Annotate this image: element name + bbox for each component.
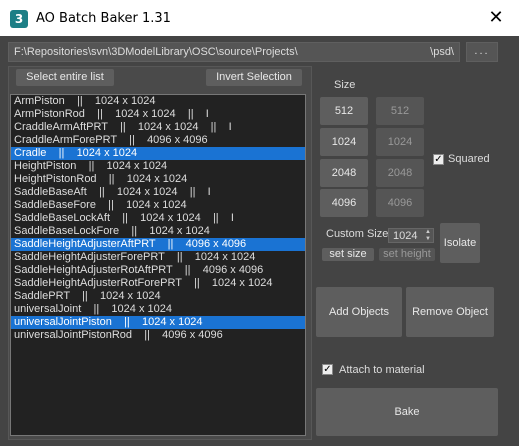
width-512-button[interactable]: 512 xyxy=(320,97,368,125)
path-suffix: \psd\ xyxy=(430,46,454,58)
list-item[interactable]: universalJoint || 1024 x 1024 xyxy=(11,303,305,316)
height-512-button[interactable]: 512 xyxy=(376,97,424,125)
path-text: F:\Repositories\svn\3DModelLibrary\OSC\s… xyxy=(14,46,298,58)
width-2048-button[interactable]: 2048 xyxy=(320,159,368,187)
app-icon: 3 xyxy=(10,10,28,28)
set-height-button[interactable]: set height xyxy=(379,248,435,261)
list-item[interactable]: SaddlePRT || 1024 x 1024 xyxy=(11,290,305,303)
attach-to-material-checkbox[interactable]: ✓ xyxy=(322,364,333,375)
squared-checkbox[interactable]: ✓ xyxy=(433,154,444,165)
list-item[interactable]: SaddleBaseLockAft || 1024 x 1024 || I xyxy=(11,212,305,225)
list-item[interactable]: CraddleArmAftPRT || 1024 x 1024 || I xyxy=(11,121,305,134)
list-item[interactable]: CraddleArmForePRT || 4096 x 4096 xyxy=(11,134,305,147)
list-item[interactable]: SaddleBaseFore || 1024 x 1024 xyxy=(11,199,305,212)
set-size-button[interactable]: set size xyxy=(322,248,374,261)
isolate-button[interactable]: Isolate xyxy=(440,223,480,263)
object-list[interactable]: ArmPiston || 1024 x 1024 ArmPistonRod || … xyxy=(10,94,306,436)
select-entire-list-button[interactable]: Select entire list xyxy=(16,69,114,86)
list-item[interactable]: SaddleBaseLockFore || 1024 x 1024 xyxy=(11,225,305,238)
spinner-arrows-icon[interactable]: ▲ ▼ xyxy=(425,229,431,243)
browse-button[interactable]: ... xyxy=(466,42,498,62)
window-title: AO Batch Baker 1.31 xyxy=(36,11,171,26)
width-4096-button[interactable]: 4096 xyxy=(320,189,368,217)
height-4096-button[interactable]: 4096 xyxy=(376,189,424,217)
squared-label: Squared xyxy=(448,153,490,165)
invert-selection-button[interactable]: Invert Selection xyxy=(206,69,302,86)
list-item[interactable]: ArmPistonRod || 1024 x 1024 || I xyxy=(11,108,305,121)
list-item[interactable]: universalJointPiston || 1024 x 1024 xyxy=(11,316,305,329)
list-item[interactable]: universalJointPistonRod || 4096 x 4096 xyxy=(11,329,305,342)
custom-size-label: Custom Size xyxy=(326,228,389,240)
list-item[interactable]: SaddleHeightAdjusterAftPRT || 4096 x 409… xyxy=(11,238,305,251)
list-item[interactable]: SaddleHeightAdjusterRotForePRT || 1024 x… xyxy=(11,277,305,290)
custom-size-spinner[interactable]: 1024 ▲ ▼ xyxy=(388,228,434,243)
height-2048-button[interactable]: 2048 xyxy=(376,159,424,187)
custom-size-value: 1024 xyxy=(393,230,418,242)
list-item[interactable]: SaddleHeightAdjusterRotAftPRT || 4096 x … xyxy=(11,264,305,277)
title-bar: 3 AO Batch Baker 1.31 ✕ xyxy=(0,0,519,36)
add-objects-button[interactable]: Add Objects xyxy=(316,287,402,337)
list-item[interactable]: SaddleBaseAft || 1024 x 1024 || I xyxy=(11,186,305,199)
height-1024-button[interactable]: 1024 xyxy=(376,128,424,156)
list-item[interactable]: HeightPiston || 1024 x 1024 xyxy=(11,160,305,173)
width-1024-button[interactable]: 1024 xyxy=(320,128,368,156)
list-item[interactable]: ArmPiston || 1024 x 1024 xyxy=(11,95,305,108)
size-label: Size xyxy=(334,79,356,91)
remove-object-button[interactable]: Remove Object xyxy=(406,287,494,337)
close-button[interactable]: ✕ xyxy=(473,0,519,36)
list-item[interactable]: HeightPistonRod || 1024 x 1024 xyxy=(11,173,305,186)
list-item[interactable]: SaddleHeightAdjusterForePRT || 1024 x 10… xyxy=(11,251,305,264)
attach-to-material-label: Attach to material xyxy=(339,364,425,376)
list-item[interactable]: Cradle || 1024 x 1024 xyxy=(11,147,305,160)
bake-button[interactable]: Bake xyxy=(316,388,498,436)
path-field[interactable]: F:\Repositories\svn\3DModelLibrary\OSC\s… xyxy=(8,42,460,62)
